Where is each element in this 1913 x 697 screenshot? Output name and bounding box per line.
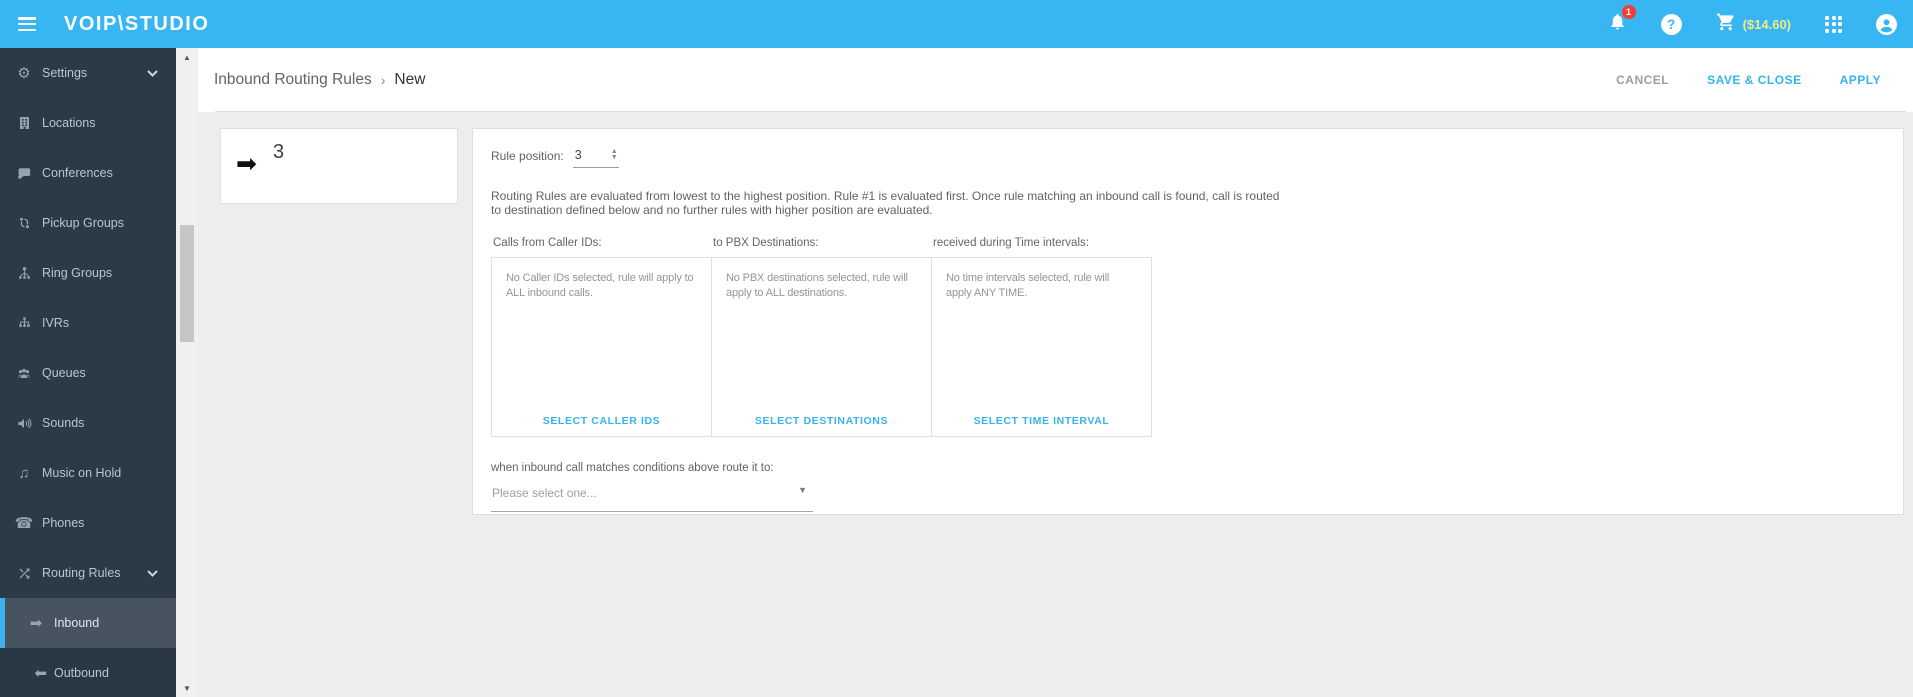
sidebar-item-phones[interactable]: ☎ Phones xyxy=(0,498,176,548)
building-icon xyxy=(13,115,35,131)
sidebar-scrollbar[interactable]: ▲ ▼ xyxy=(176,48,198,697)
help-icon: ? xyxy=(1660,13,1682,35)
save-close-button[interactable]: SAVE & CLOSE xyxy=(1707,73,1801,87)
rule-position-number: 3 xyxy=(272,141,285,163)
sidebar-item-routing-rules[interactable]: Routing Rules xyxy=(0,548,176,598)
scrollbar-down-arrow[interactable]: ▼ xyxy=(176,679,198,697)
pickup-groups-icon xyxy=(13,215,35,231)
cart-amount: ($14.60) xyxy=(1742,16,1791,32)
select-destinations-button[interactable]: SELECT DESTINATIONS xyxy=(712,415,931,427)
sidebar-item-queues[interactable]: Queues xyxy=(0,348,176,398)
scrollbar-thumb[interactable] xyxy=(180,225,194,342)
chevron-down-icon xyxy=(147,64,158,82)
inbound-rule-arrow-icon: ➡ xyxy=(236,150,257,178)
rule-description-line2: to destination defined below and no furt… xyxy=(491,203,933,217)
page-header-bar: Inbound Routing Rules › New CANCEL SAVE … xyxy=(198,48,1913,112)
sidebar-item-inbound[interactable]: ➡ Inbound xyxy=(0,598,176,648)
sidebar-item-pickup-groups[interactable]: Pickup Groups xyxy=(0,198,176,248)
notification-badge: 1 xyxy=(1621,5,1636,19)
apps-grid-icon xyxy=(1825,15,1842,33)
caller-ids-panel: No Caller IDs selected, rule will apply … xyxy=(492,258,711,436)
dropdown-caret-icon: ▼ xyxy=(798,485,807,495)
rule-description-line1: Routing Rules are evaluated from lowest … xyxy=(491,189,1280,203)
app-window: VOIP\STUDIO 1 ? ($14.60) ⚙ Settings Loca… xyxy=(0,0,1913,697)
rule-position-card: ➡ 3 xyxy=(220,128,458,204)
route-destination-placeholder: Please select one... xyxy=(492,486,597,500)
page-actions: CANCEL SAVE & CLOSE APPLY xyxy=(1616,73,1881,87)
user-avatar-icon xyxy=(1876,13,1897,35)
shuffle-icon xyxy=(13,566,35,581)
apply-button[interactable]: APPLY xyxy=(1840,73,1881,87)
arrow-right-icon: ➡ xyxy=(29,615,43,632)
time-intervals-panel: No time intervals selected, rule will ap… xyxy=(931,258,1151,436)
caller-ids-label: Calls from Caller IDs: xyxy=(493,237,602,249)
pbx-destinations-label: to PBX Destinations: xyxy=(713,237,819,249)
chat-bubble-icon xyxy=(13,166,35,181)
sidebar-item-settings[interactable]: ⚙ Settings xyxy=(0,48,176,98)
pbx-destinations-panel: No PBX destinations selected, rule will … xyxy=(711,258,931,436)
caller-ids-hint: No Caller IDs selected, rule will apply … xyxy=(506,272,694,299)
rule-position-input[interactable]: 3 ▲ ▼ xyxy=(572,148,619,168)
condition-columns: No Caller IDs selected, rule will apply … xyxy=(491,257,1152,437)
rule-description: Routing Rules are evaluated from lowest … xyxy=(491,189,1903,217)
sidebar: ⚙ Settings Locations Conferences Pickup … xyxy=(0,48,176,697)
number-spinner: ▲ ▼ xyxy=(611,149,618,161)
speaker-icon xyxy=(13,416,35,431)
breadcrumb-separator: › xyxy=(380,72,386,88)
sidebar-item-sounds[interactable]: Sounds xyxy=(0,398,176,448)
select-caller-ids-button[interactable]: SELECT CALLER IDS xyxy=(492,415,711,427)
route-to-label: when inbound call matches conditions abo… xyxy=(491,462,774,474)
notifications-button[interactable]: 1 xyxy=(1608,5,1636,36)
sidebar-item-outbound[interactable]: ➡ Outbound xyxy=(0,648,176,697)
sidebar-item-music-on-hold[interactable]: ♫ Music on Hold xyxy=(0,448,176,498)
rule-form-card: Rule position: 3 ▲ ▼ Routing Rules are e… xyxy=(472,128,1904,515)
chevron-down-icon xyxy=(147,564,158,582)
sidebar-item-locations[interactable]: Locations xyxy=(0,98,176,148)
route-destination-select[interactable]: Please select one... ▼ xyxy=(491,481,813,512)
arrow-left-icon: ➡ xyxy=(34,665,47,682)
rule-position-row: Rule position: 3 ▲ ▼ xyxy=(491,148,1903,168)
ring-groups-icon xyxy=(13,265,35,281)
voipstudio-logo: VOIP\STUDIO xyxy=(64,12,210,35)
ivr-tree-icon xyxy=(13,315,35,331)
music-note-icon: ♫ xyxy=(18,464,30,482)
rule-position-value: 3 xyxy=(574,148,582,162)
breadcrumb-parent-link[interactable]: Inbound Routing Rules xyxy=(214,71,372,89)
gear-icon: ⚙ xyxy=(17,65,31,82)
spinner-down-button[interactable]: ▼ xyxy=(611,154,618,161)
header-actions: 1 ? ($14.60) xyxy=(1608,5,1897,37)
sidebar-item-ivrs[interactable]: IVRs xyxy=(0,298,176,348)
cart-icon xyxy=(1716,12,1736,37)
page-title: New xyxy=(394,71,426,88)
main-content: Inbound Routing Rules › New CANCEL SAVE … xyxy=(198,48,1913,697)
cancel-button[interactable]: CANCEL xyxy=(1616,73,1669,87)
time-intervals-label: received during Time intervals: xyxy=(933,237,1089,249)
breadcrumb: Inbound Routing Rules › New xyxy=(214,71,425,89)
sidebar-item-ring-groups[interactable]: Ring Groups xyxy=(0,248,176,298)
queues-people-icon xyxy=(13,366,35,381)
account-button[interactable] xyxy=(1876,13,1897,35)
condition-column-labels: Calls from Caller IDs: to PBX Destinatio… xyxy=(491,237,1903,249)
help-button[interactable]: ? xyxy=(1660,13,1682,35)
top-header: VOIP\STUDIO 1 ? ($14.60) xyxy=(0,0,1913,48)
sidebar-item-conferences[interactable]: Conferences xyxy=(0,148,176,198)
hamburger-menu-icon[interactable] xyxy=(18,17,36,31)
cart-button[interactable]: ($14.60) xyxy=(1716,12,1791,37)
pbx-destinations-hint: No PBX destinations selected, rule will … xyxy=(726,272,908,299)
scrollbar-up-arrow[interactable]: ▲ xyxy=(176,48,198,66)
apps-button[interactable] xyxy=(1825,15,1842,33)
phone-icon: ☎ xyxy=(14,515,34,532)
time-intervals-hint: No time intervals selected, rule will ap… xyxy=(946,272,1110,299)
select-time-interval-button[interactable]: SELECT TIME INTERVAL xyxy=(932,415,1151,427)
rule-position-label: Rule position: xyxy=(491,149,564,163)
page-body: ➡ 3 Rule position: 3 ▲ ▼ Routing Rules a xyxy=(198,112,1913,697)
